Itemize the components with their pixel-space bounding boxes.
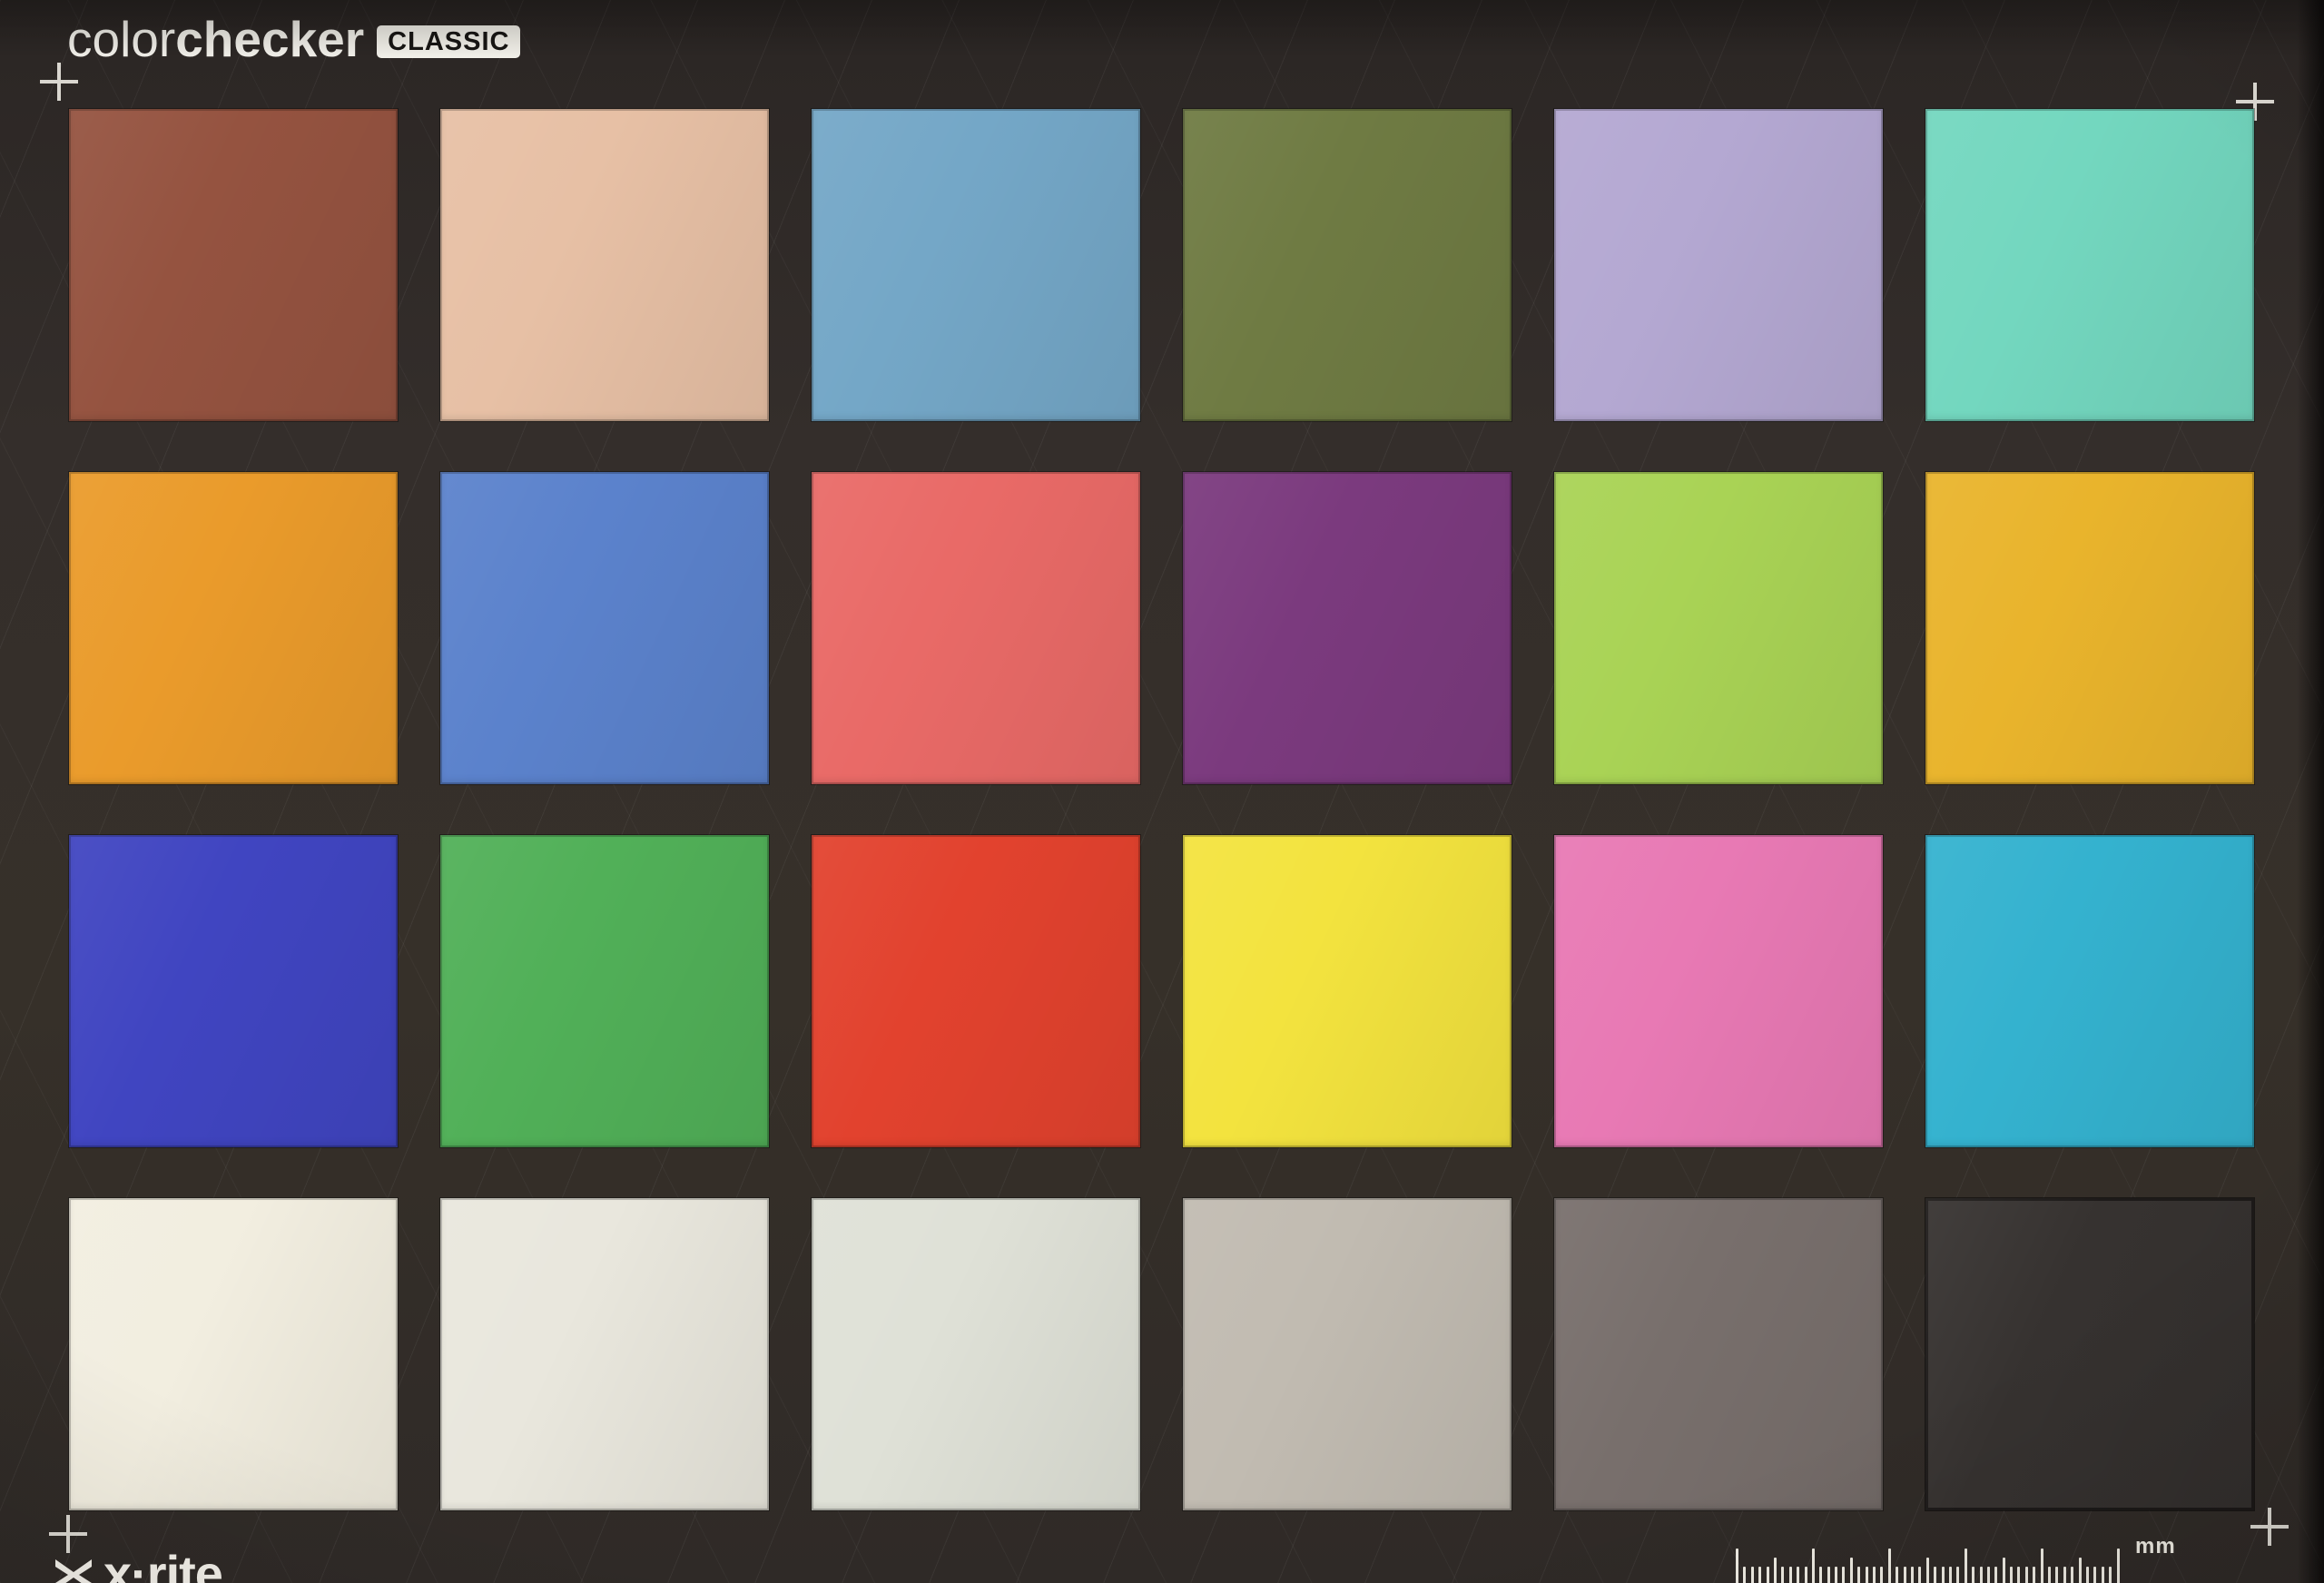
ruler-tick (2116, 1549, 2120, 1583)
patch-neutral-8 (440, 1198, 769, 1510)
ruler-tick (1910, 1567, 1914, 1583)
ruler-tick (1925, 1558, 1929, 1583)
patch-blue (69, 835, 398, 1147)
brand-word-bold: checker (175, 11, 365, 67)
ruler-tick (1934, 1567, 1937, 1583)
ruler-tick (1865, 1567, 1868, 1583)
ruler-tick (1797, 1567, 1800, 1583)
xrite-logo: x·rite (53, 1545, 223, 1583)
ruler-tick (2063, 1567, 2066, 1583)
ruler-tick (1918, 1567, 1922, 1583)
patch-black (1925, 1198, 2254, 1510)
patch-blue-sky (812, 109, 1140, 421)
ruler-tick (1972, 1567, 1975, 1583)
ruler-tick (1880, 1567, 1884, 1583)
patch-neutral-3-5 (1554, 1198, 1883, 1510)
patch-green (440, 835, 769, 1147)
ruler-tick (1887, 1549, 1891, 1583)
ruler-tick (2002, 1558, 2005, 1583)
ruler-tick (2010, 1567, 2014, 1583)
colorchecker-card: colorchecker CLASSIC x·rite mm (0, 0, 2324, 1583)
ruler-tick (1736, 1549, 1738, 1583)
ruler-tick (1758, 1567, 1762, 1583)
ruler-tick (1873, 1567, 1876, 1583)
ruler-tick (2048, 1567, 2052, 1583)
ruler-tick (1743, 1567, 1747, 1583)
patch-yellow (1183, 835, 1512, 1147)
ruler-tick (2085, 1567, 2089, 1583)
ruler-tick (1986, 1567, 1990, 1583)
ruler-tick (1849, 1558, 1853, 1583)
ruler-tick (1811, 1549, 1815, 1583)
registration-cross-top-left (40, 63, 78, 101)
ruler-tick (1804, 1567, 1807, 1583)
xrite-logo-text: x·rite (103, 1545, 223, 1583)
ruler-tick (1842, 1567, 1846, 1583)
patch-orange-yellow (1925, 472, 2254, 784)
ruler-tick (2071, 1567, 2074, 1583)
patch-moderate-red (812, 472, 1140, 784)
patch-white (69, 1198, 398, 1510)
ruler-tick (1827, 1567, 1830, 1583)
ruler-tick (1788, 1567, 1792, 1583)
ruler-unit-label: mm (2135, 1534, 2176, 1558)
ruler-tick (1941, 1567, 1945, 1583)
ruler-tick (1896, 1567, 1899, 1583)
ruler-tick (1903, 1567, 1906, 1583)
ruler-tick (2024, 1567, 2028, 1583)
brand-word-light: color (67, 11, 176, 67)
ruler-tick (1750, 1567, 1754, 1583)
ruler-tick (1979, 1567, 1983, 1583)
patch-blue-flower (1554, 109, 1883, 421)
ruler-tick (1835, 1567, 1838, 1583)
patch-magenta (1554, 835, 1883, 1147)
ruler-tick (1857, 1567, 1861, 1583)
mm-ruler (1736, 1543, 2124, 1583)
right-edge-shadow (2297, 0, 2324, 1583)
color-patch-grid (69, 109, 2254, 1510)
patch-orange (69, 472, 398, 784)
patch-purple (1183, 472, 1512, 784)
patch-light-skin (440, 109, 769, 421)
classic-badge: CLASSIC (377, 25, 521, 58)
ruler-tick (2055, 1567, 2059, 1583)
ruler-tick (1964, 1549, 1967, 1583)
ruler-tick (1766, 1567, 1769, 1583)
ruler-tick (1994, 1567, 1998, 1583)
patch-cyan (1925, 835, 2254, 1147)
patch-neutral-6-5 (812, 1198, 1140, 1510)
patch-bluish-green (1925, 109, 2254, 421)
ruler-tick (2040, 1549, 2043, 1583)
ruler-tick (1781, 1567, 1785, 1583)
xrite-logo-x-icon (55, 1559, 92, 1583)
patch-red (812, 835, 1140, 1147)
ruler-tick (1773, 1558, 1777, 1583)
ruler-tick (2033, 1567, 2036, 1583)
patch-yellow-green (1554, 472, 1883, 784)
ruler-tick (1948, 1567, 1952, 1583)
brand-header: colorchecker CLASSIC (67, 15, 521, 64)
ruler-tick (2101, 1567, 2104, 1583)
ruler-tick (2078, 1558, 2082, 1583)
patch-foliage (1183, 109, 1512, 421)
ruler-tick (2109, 1567, 2112, 1583)
registration-cross-bottom-right (2250, 1508, 2289, 1546)
registration-cross-bottom-left (49, 1515, 87, 1553)
patch-dark-skin (69, 109, 398, 421)
patch-neutral-5 (1183, 1198, 1512, 1510)
brand-wordmark: colorchecker (67, 15, 364, 64)
ruler-tick (2017, 1567, 2021, 1583)
ruler-tick (1819, 1567, 1823, 1583)
ruler-tick (1956, 1567, 1960, 1583)
ruler-tick (2093, 1567, 2097, 1583)
patch-purplish-blue (440, 472, 769, 784)
